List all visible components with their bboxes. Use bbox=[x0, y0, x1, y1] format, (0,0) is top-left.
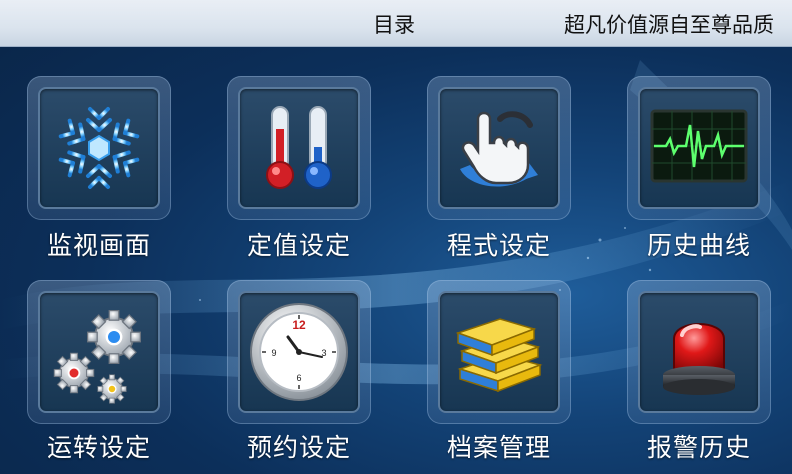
menu-label: 预约设定 bbox=[246, 433, 351, 462]
main-menu-screen: 目录 超凡价值源自至尊品质 监视画面 定值设定 程式设定 历史曲线 运转设定 1… bbox=[0, 0, 792, 474]
header-bar: 目录 超凡价值源自至尊品质 bbox=[0, 0, 792, 47]
menu-button-setpoint[interactable] bbox=[227, 76, 371, 220]
menu-tile-frame bbox=[238, 87, 360, 209]
alarm-beacon-icon bbox=[663, 323, 735, 395]
page-title: 目录 bbox=[373, 13, 415, 37]
menu-button-alarm-history[interactable] bbox=[627, 280, 771, 424]
clock-numeral-12: 12 bbox=[292, 318, 306, 332]
menu-tile-frame bbox=[38, 291, 160, 413]
books-icon bbox=[455, 318, 543, 393]
clock-icon: 12 3 6 9 bbox=[250, 303, 348, 401]
hand-pointer-icon bbox=[460, 111, 538, 187]
menu-tile-frame bbox=[638, 291, 760, 413]
header-slogan: 超凡价值源自至尊品质 bbox=[564, 13, 774, 37]
menu-label: 档案管理 bbox=[446, 433, 551, 462]
clock-numeral-6: 6 bbox=[296, 373, 301, 383]
menu-button-file-management[interactable] bbox=[427, 280, 571, 424]
menu-tile-frame: 12 3 6 9 bbox=[238, 291, 360, 413]
menu-label: 运转设定 bbox=[46, 433, 151, 462]
menu-tile-frame bbox=[638, 87, 760, 209]
menu-tile-frame bbox=[438, 87, 560, 209]
menu-button-monitor[interactable] bbox=[27, 76, 171, 220]
clock-numeral-9: 9 bbox=[271, 348, 276, 358]
menu-tile-frame bbox=[38, 87, 160, 209]
menu-label: 报警历史 bbox=[646, 433, 751, 462]
menu-button-program[interactable] bbox=[427, 76, 571, 220]
menu-label: 历史曲线 bbox=[646, 231, 751, 260]
menu-button-schedule[interactable]: 12 3 6 9 bbox=[227, 280, 371, 424]
menu-tile-frame bbox=[438, 291, 560, 413]
waveform-monitor-icon bbox=[650, 109, 748, 183]
menu-button-history-curve[interactable] bbox=[627, 76, 771, 220]
menu-label: 监视画面 bbox=[46, 231, 151, 260]
menu-label: 程式设定 bbox=[446, 231, 551, 260]
menu-button-run-settings[interactable] bbox=[27, 280, 171, 424]
snowflake-icon bbox=[55, 104, 143, 192]
menu-label: 定值设定 bbox=[246, 231, 351, 260]
thermometer-icon bbox=[266, 106, 332, 189]
gears-icon bbox=[53, 309, 142, 404]
